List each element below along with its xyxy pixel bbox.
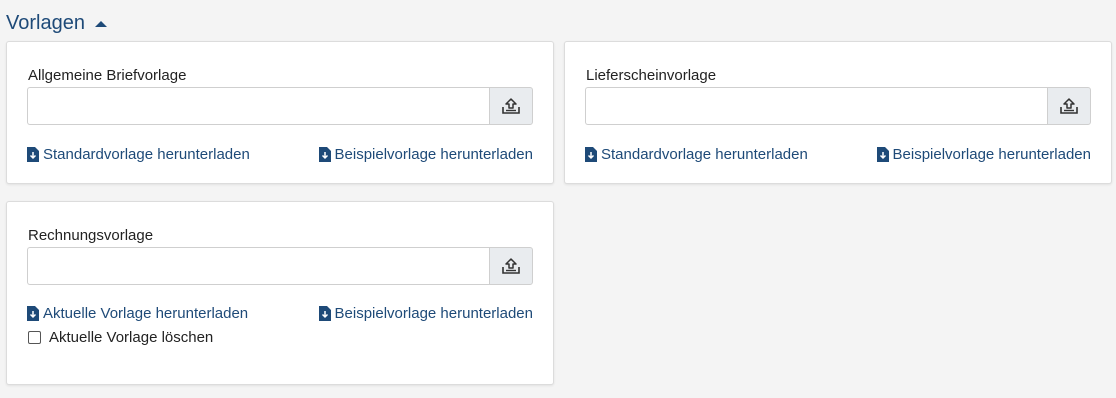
lieferscheinvorlage-example-download-link[interactable]: Beispielvorlage herunterladen <box>876 146 1091 163</box>
file-download-icon <box>318 306 331 321</box>
upload-icon <box>502 98 520 114</box>
lieferscheinvorlage-upload-button[interactable] <box>1047 87 1091 125</box>
briefvorlage-example-download-link[interactable]: Beispielvorlage herunterladen <box>318 146 533 163</box>
card-briefvorlage: Allgemeine Briefvorlage Standardvorlage … <box>6 41 554 184</box>
rechnungsvorlage-links: Aktuelle Vorlage herunterladen Beispielv… <box>27 305 533 322</box>
link-text: Beispielvorlage herunterladen <box>334 305 533 322</box>
briefvorlage-file-input[interactable] <box>27 87 489 125</box>
file-download-icon <box>27 306 39 321</box>
section-toggle[interactable]: Vorlagen <box>6 10 107 36</box>
lieferscheinvorlage-file-group <box>585 87 1091 125</box>
file-download-icon <box>585 147 597 162</box>
briefvorlage-standard-download-link[interactable]: Standardvorlage herunterladen <box>27 146 250 163</box>
lieferscheinvorlage-standard-download-link[interactable]: Standardvorlage herunterladen <box>585 146 808 163</box>
rechnungsvorlage-current-download-link[interactable]: Aktuelle Vorlage herunterladen <box>27 305 248 322</box>
link-text: Beispielvorlage herunterladen <box>334 146 533 163</box>
briefvorlage-links: Standardvorlage herunterladen Beispielvo… <box>27 146 533 163</box>
card-rechnungsvorlage: Rechnungsvorlage Aktuelle Vorlage herunt… <box>6 201 554 385</box>
link-text: Standardvorlage herunterladen <box>43 146 250 163</box>
upload-icon <box>502 258 520 274</box>
rechnungsvorlage-file-input[interactable] <box>27 247 489 285</box>
file-download-icon <box>27 147 39 162</box>
lieferscheinvorlage-links: Standardvorlage herunterladen Beispielvo… <box>585 146 1091 163</box>
lieferscheinvorlage-label: Lieferscheinvorlage <box>586 67 717 84</box>
briefvorlage-upload-button[interactable] <box>489 87 533 125</box>
delete-current-template-row: Aktuelle Vorlage löschen <box>28 329 213 346</box>
delete-current-template-checkbox[interactable] <box>28 331 41 344</box>
delete-current-template-label[interactable]: Aktuelle Vorlage löschen <box>49 329 213 346</box>
link-text: Aktuelle Vorlage herunterladen <box>43 305 249 322</box>
lieferscheinvorlage-file-input[interactable] <box>585 87 1047 125</box>
rechnungsvorlage-file-group <box>27 247 533 285</box>
briefvorlage-file-group <box>27 87 533 125</box>
card-lieferscheinvorlage: Lieferscheinvorlage Standardvorlage heru… <box>564 41 1112 184</box>
rechnungsvorlage-label: Rechnungsvorlage <box>28 227 154 244</box>
rechnungsvorlage-example-download-link[interactable]: Beispielvorlage herunterladen <box>318 305 533 322</box>
briefvorlage-label: Allgemeine Briefvorlage <box>28 67 187 84</box>
section-title: Vorlagen <box>6 12 85 34</box>
link-text: Beispielvorlage herunterladen <box>892 146 1091 163</box>
file-download-icon <box>318 147 331 162</box>
caret-up-icon <box>94 21 107 27</box>
link-text: Standardvorlage herunterladen <box>601 146 808 163</box>
file-download-icon <box>876 147 889 162</box>
rechnungsvorlage-upload-button[interactable] <box>489 247 533 285</box>
upload-icon <box>1060 98 1078 114</box>
